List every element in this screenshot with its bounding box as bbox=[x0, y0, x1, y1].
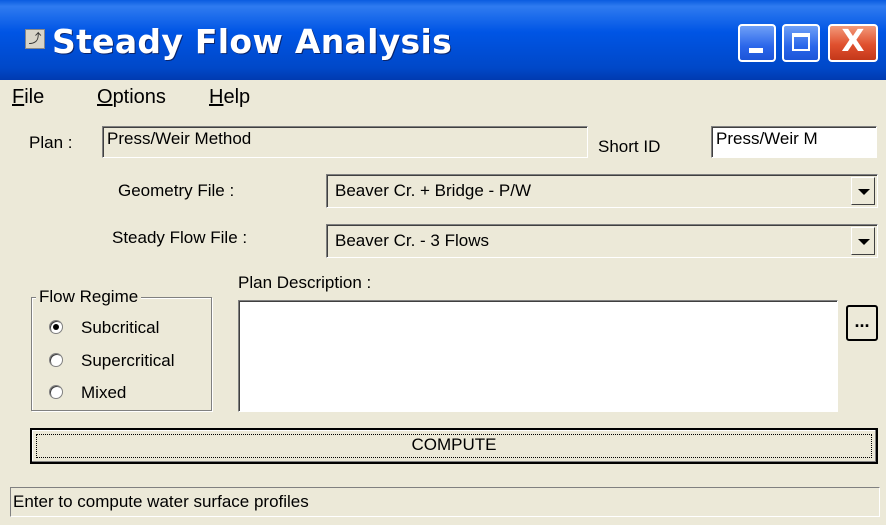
window-title: Steady Flow Analysis bbox=[52, 22, 453, 61]
menu-help[interactable]: Help bbox=[209, 86, 250, 109]
plan-field: Press/Weir Method bbox=[102, 126, 588, 158]
supercritical-label[interactable]: Supercritical bbox=[81, 351, 175, 371]
short-id-field[interactable]: Press/Weir M bbox=[711, 126, 877, 158]
title-bar[interactable]: ⤴ Steady Flow Analysis X bbox=[0, 0, 886, 80]
geometry-file-label: Geometry File : bbox=[118, 181, 235, 200]
steady-flow-file-value: Beaver Cr. - 3 Flows bbox=[335, 231, 489, 250]
subcritical-radio[interactable] bbox=[49, 320, 63, 334]
maximize-button[interactable] bbox=[782, 24, 820, 62]
maximize-icon bbox=[792, 33, 810, 51]
steady-flow-file-label: Steady Flow File : bbox=[112, 228, 248, 247]
compute-button[interactable]: COMPUTE bbox=[30, 428, 878, 464]
minimize-button[interactable] bbox=[738, 24, 776, 62]
plan-label: Plan : bbox=[29, 133, 73, 152]
status-bar: Enter to compute water surface profiles bbox=[10, 487, 880, 517]
mixed-label[interactable]: Mixed bbox=[81, 383, 126, 403]
menu-options[interactable]: Options bbox=[97, 86, 166, 109]
mixed-radio[interactable] bbox=[49, 385, 63, 399]
steady-flow-file-select[interactable]: Beaver Cr. - 3 Flows bbox=[326, 224, 878, 258]
compute-button-label: COMPUTE bbox=[411, 435, 497, 454]
plan-description-browse-button[interactable]: ... bbox=[846, 305, 878, 341]
minimize-icon bbox=[749, 48, 763, 53]
app-icon[interactable]: ⤴ bbox=[25, 29, 45, 49]
geometry-dropdown-arrow-icon[interactable] bbox=[851, 177, 875, 205]
short-id-label: Short ID bbox=[598, 137, 661, 156]
close-icon: X bbox=[841, 24, 865, 59]
menu-bar: File Options Help bbox=[0, 80, 886, 116]
geometry-file-select[interactable]: Beaver Cr. + Bridge - P/W bbox=[326, 174, 878, 208]
close-button[interactable]: X bbox=[828, 24, 878, 62]
plan-description-label: Plan Description : bbox=[238, 273, 372, 292]
plan-description-textarea[interactable] bbox=[238, 300, 838, 412]
steady-flow-dropdown-arrow-icon[interactable] bbox=[851, 227, 875, 255]
geometry-file-value: Beaver Cr. + Bridge - P/W bbox=[335, 181, 532, 200]
subcritical-label[interactable]: Subcritical bbox=[81, 318, 159, 338]
flow-regime-title: Flow Regime bbox=[36, 287, 142, 307]
supercritical-radio[interactable] bbox=[49, 353, 63, 367]
menu-file[interactable]: File bbox=[12, 86, 44, 109]
